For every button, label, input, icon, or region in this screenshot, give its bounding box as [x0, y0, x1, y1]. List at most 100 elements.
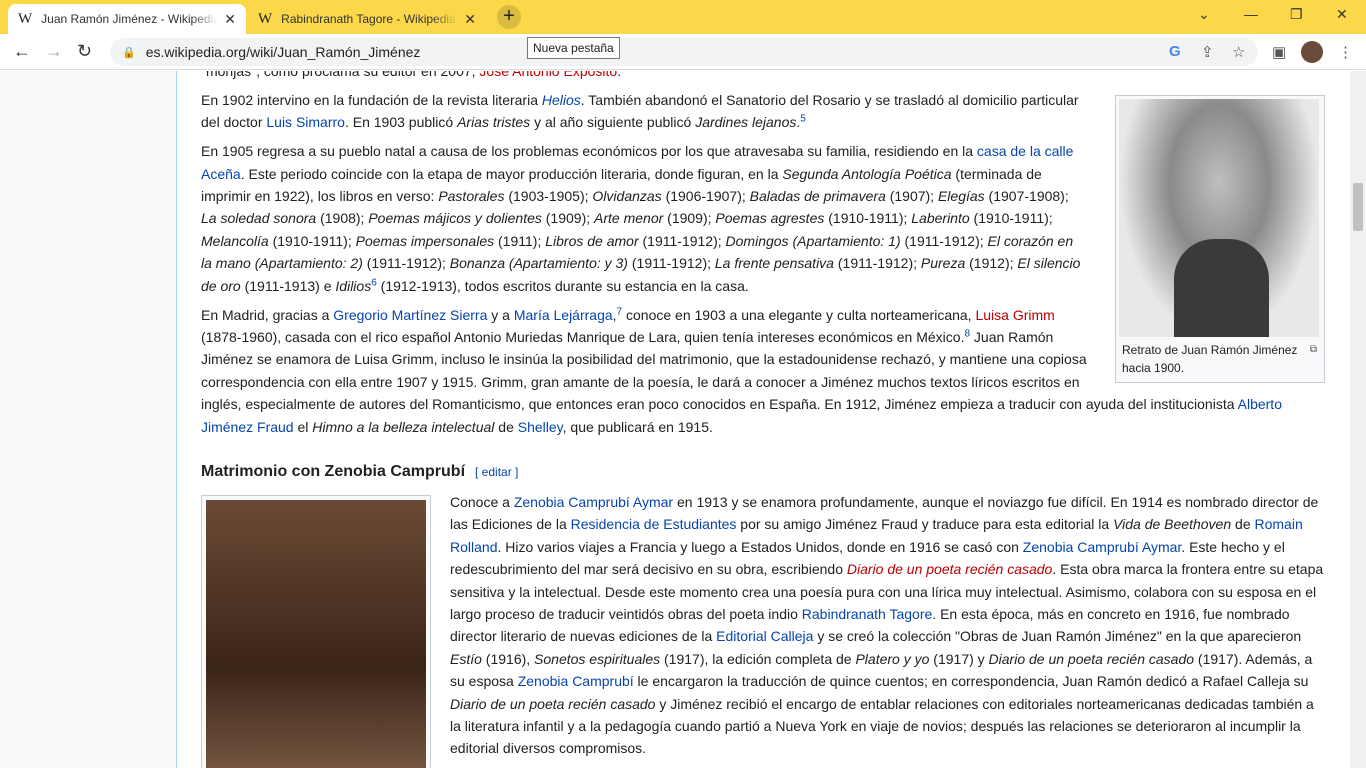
tab-title: Juan Ramón Jiménez - Wikipedia	[41, 12, 219, 26]
article-link[interactable]: Luisa Grimm	[975, 307, 1054, 323]
wikipedia-sidebar	[0, 71, 177, 768]
text: de	[494, 418, 518, 435]
italic-text: Poemas agrestes	[715, 210, 825, 227]
bookmark-star-icon[interactable]: ☆	[1232, 43, 1245, 61]
side-panel-icon[interactable]: ▣	[1272, 43, 1286, 61]
text: (1917) y	[929, 650, 989, 667]
text: (1878-1960), casada con el rico español …	[201, 328, 965, 345]
article-link[interactable]: Zenobia Camprubí Aymar	[514, 494, 673, 510]
tab-strip: W Juan Ramón Jiménez - Wikipedia ✕ W Rab…	[0, 0, 1366, 34]
google-translate-icon[interactable]: G	[1169, 43, 1181, 60]
article-link[interactable]: José Antonio Expósito	[479, 71, 617, 79]
lock-icon: 🔒	[122, 46, 136, 59]
text: (1908);	[316, 210, 369, 227]
article-link[interactable]: Zenobia Camprubí Aymar	[1023, 539, 1182, 555]
text: (1910-1911);	[969, 210, 1053, 227]
italic-text: Pureza	[920, 255, 966, 272]
close-tab-icon[interactable]: ✕	[224, 11, 236, 28]
article-link[interactable]: Helios	[542, 92, 581, 108]
text: y a	[487, 306, 514, 323]
text: (1911-1912);	[627, 255, 715, 272]
text: . Este periodo coincide con la etapa de …	[240, 165, 783, 182]
text: , que publicará en 1915.	[562, 418, 713, 435]
text: (1911);	[494, 232, 546, 249]
close-window-button[interactable]: ✕	[1336, 6, 1348, 23]
text: (1911-1912);	[833, 255, 921, 272]
italic-text: Baladas de primavera	[749, 188, 886, 205]
text: (1911-1912);	[362, 255, 450, 272]
article-link[interactable]: María Lejárraga	[514, 307, 613, 323]
article-link[interactable]: Editorial Calleja	[716, 628, 813, 644]
italic-text: Arias tristes	[457, 114, 531, 131]
italic-text: Sonetos espirituales	[534, 650, 661, 667]
portrait-juan-ramon-jimenez[interactable]	[1119, 98, 1319, 337]
scrollbar-thumb[interactable]	[1353, 183, 1363, 231]
article-link[interactable]: Diario de un poeta recién casado	[847, 561, 1052, 577]
article-link[interactable]: Zenobia Camprubí	[518, 673, 634, 689]
share-icon[interactable]: ⇪	[1201, 43, 1214, 61]
enlarge-icon[interactable]: ⧉	[1310, 341, 1317, 359]
infobox-image: Retrato de Juan Ramón Jiménez hacia 1900…	[1115, 94, 1325, 383]
article-page: "monjas", como proclama su editor en 200…	[177, 71, 1350, 768]
menu-kebab-icon[interactable]: ⋮	[1338, 43, 1353, 61]
vertical-scrollbar[interactable]	[1350, 71, 1366, 768]
text: (1910-1911);	[824, 210, 912, 227]
article-link[interactable]: Luis Simarro	[266, 114, 345, 130]
section-heading: Matrimonio con Zenobia Camprubí [ editar …	[201, 462, 1325, 482]
text: . Hizo varios viajes a Francia y luego a…	[497, 538, 1023, 555]
photo-juan-ramon-and-zenobia[interactable]	[201, 495, 431, 768]
reload-button[interactable]: ↻	[77, 41, 92, 62]
article-link[interactable]: Residencia de Estudiantes	[571, 516, 737, 532]
article-link[interactable]: Shelley	[518, 419, 563, 435]
text: y se creó la colección "Obras de Juan Ra…	[813, 628, 1302, 645]
text: el	[293, 418, 313, 435]
new-tab-button[interactable]: +	[497, 5, 521, 29]
article-link[interactable]: Gregorio Martínez Sierra	[333, 307, 487, 323]
text: le encargaron la traducción de quince cu…	[633, 673, 1309, 690]
paragraph: "monjas", como proclama su editor en 200…	[201, 71, 1325, 82]
text: "monjas", como proclama su editor en 200…	[201, 71, 480, 79]
new-tab-tooltip: Nueva pestaña	[527, 37, 620, 59]
reference-link[interactable]: 4	[621, 71, 627, 73]
text: (1911-1912);	[638, 232, 726, 249]
text: (1909);	[663, 210, 716, 227]
italic-text: Melancolía	[201, 232, 269, 249]
text: conoce en 1903 a una elegante y culta no…	[622, 306, 976, 323]
edit-section-link[interactable]: [ editar ]	[475, 465, 518, 479]
italic-text: Olvidanzas	[592, 188, 662, 205]
close-tab-icon[interactable]: ✕	[464, 11, 476, 28]
address-bar[interactable]: 🔒 es.wikipedia.org/wiki/Juan_Ramón_Jimén…	[110, 38, 1258, 66]
italic-text: Arte menor	[594, 210, 664, 227]
text: (1906-1907);	[661, 188, 750, 205]
italic-text: Poemas impersonales	[355, 232, 495, 249]
article-link[interactable]: Rabindranath Tagore	[802, 606, 933, 622]
text: (1917), la edición completa de	[660, 650, 856, 667]
wikipedia-favicon-icon: W	[258, 10, 273, 27]
italic-text: La frente pensativa	[714, 255, 834, 272]
italic-text: La soledad sonora	[201, 210, 317, 227]
restore-button[interactable]: ❐	[1290, 6, 1303, 23]
photo-image[interactable]	[206, 500, 426, 768]
text: En 1902 intervino en la fundación de la …	[201, 91, 542, 108]
italic-text: Estío	[450, 650, 482, 667]
text: (1903-1905);	[504, 188, 593, 205]
wikipedia-favicon-icon: W	[18, 10, 33, 27]
url-text: es.wikipedia.org/wiki/Juan_Ramón_Jiménez	[145, 44, 421, 60]
back-button[interactable]: ←	[13, 41, 31, 62]
tab-juan-ramon-jimenez[interactable]: W Juan Ramón Jiménez - Wikipedia ✕	[8, 4, 246, 34]
text: Conoce a	[450, 494, 514, 510]
reference-link[interactable]: 5	[800, 114, 806, 125]
text: (1916),	[481, 650, 535, 667]
italic-text: Vida de Beethoven	[1113, 516, 1232, 533]
text: (1912);	[965, 255, 1018, 272]
text: . En 1903 publicó	[344, 114, 458, 131]
profile-avatar[interactable]	[1301, 41, 1323, 63]
italic-text: Diario de un poeta recién casado	[450, 695, 656, 712]
text: (1911-1912);	[900, 232, 988, 249]
minimize-button[interactable]: —	[1244, 6, 1258, 22]
text: En 1905 regresa a su pueblo natal a caus…	[201, 143, 977, 160]
tab-search-chevron-icon[interactable]: ⌄	[1198, 6, 1210, 23]
italic-text: Domingos (Apartamiento: 1)	[725, 232, 901, 249]
tab-rabindranath-tagore[interactable]: W Rabindranath Tagore - Wikipedia ✕	[248, 4, 486, 34]
forward-button[interactable]: →	[45, 41, 63, 62]
